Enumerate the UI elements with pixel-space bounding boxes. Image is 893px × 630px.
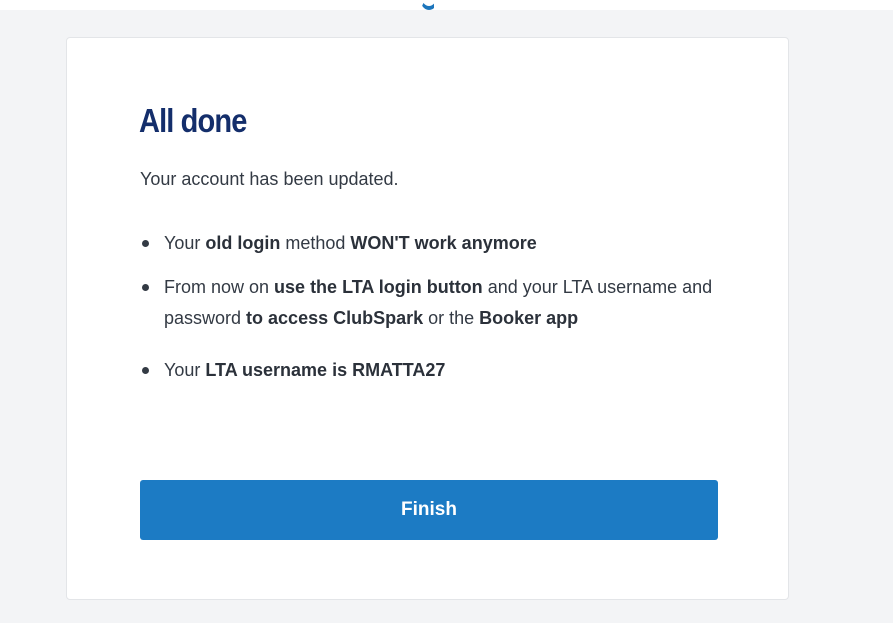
list-item: From now on use the LTA login button and… (140, 272, 730, 334)
bullet-icon (142, 240, 149, 247)
info-list: Your old login method WON'T work anymore… (140, 228, 730, 408)
text-segment: or the (423, 308, 480, 328)
text-segment-bold: use the LTA login button (274, 277, 483, 297)
list-item: Your old login method WON'T work anymore (140, 228, 730, 259)
bullet-icon (142, 367, 149, 374)
text-segment: Your (164, 233, 206, 253)
text-segment-bold: old login (205, 233, 281, 253)
bottom-edge (0, 623, 893, 630)
text-segment: Your (164, 360, 206, 380)
text-segment: From now on (164, 277, 275, 297)
text-segment-bold: WON'T work anymore (350, 233, 537, 253)
text-segment-bold: LTA username is RMATTA27 (205, 360, 446, 380)
text-segment-bold: to access ClubSpark (246, 308, 424, 328)
bullet-icon (142, 284, 149, 291)
confirmation-card: All done Your account has been updated. … (66, 37, 789, 600)
intro-text: Your account has been updated. (140, 169, 399, 189)
text-segment-bold: Booker app (479, 308, 579, 328)
logo-fragment-icon (418, 0, 434, 10)
page-title: All done (139, 102, 247, 139)
list-item: Your LTA username is RMATTA27 (140, 355, 730, 386)
finish-button[interactable]: Finish (140, 480, 718, 540)
text-segment: method (280, 233, 351, 253)
